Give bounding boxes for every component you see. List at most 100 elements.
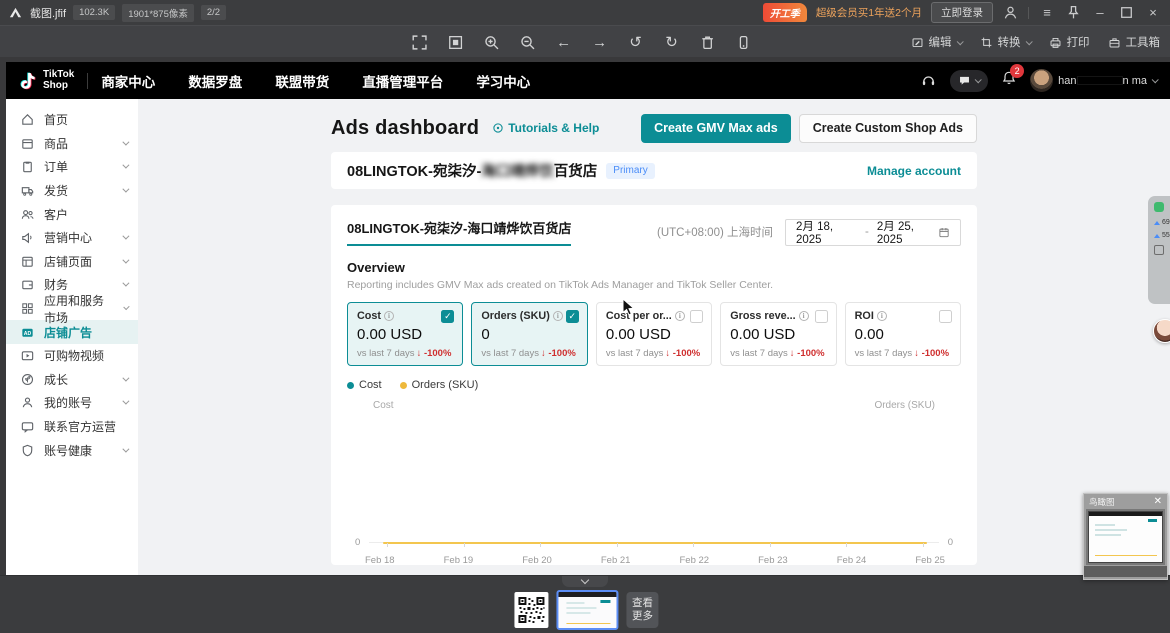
maximize-button[interactable] bbox=[1118, 4, 1135, 21]
create-custom-shop-ads-button[interactable]: Create Custom Shop Ads bbox=[799, 114, 977, 143]
left-axis-tick: 0 bbox=[355, 537, 360, 548]
green-app-icon bbox=[1154, 202, 1164, 212]
fit-to-window-icon[interactable] bbox=[447, 34, 464, 51]
promo-text[interactable]: 超级会员买1年送2个月 bbox=[816, 5, 922, 20]
timezone-label: (UTC+08:00) 上海时间 bbox=[657, 224, 773, 240]
sidebar-label: 应用和服务市场 bbox=[44, 292, 114, 326]
sidebar-item-orders[interactable]: 订单 bbox=[6, 155, 138, 179]
edit-menu[interactable]: 编辑 bbox=[911, 34, 962, 50]
date-range-picker[interactable]: 2月 18, 2025 - 2月 25, 2025 bbox=[785, 219, 961, 246]
shop-sidebar: 首页 商品 订单 发货 客户 营销中心 店铺页面 财务 应用和服务市场 AD店铺… bbox=[6, 99, 138, 575]
messages-pill[interactable] bbox=[950, 70, 988, 92]
zoom-in-icon[interactable] bbox=[483, 34, 500, 51]
floating-side-widget[interactable]: 69 55 bbox=[1148, 196, 1170, 304]
metric-checkbox[interactable] bbox=[815, 310, 828, 323]
view-more-button[interactable]: 查看更多 bbox=[626, 592, 658, 628]
tiktok-shop-logo[interactable]: TikTokShop bbox=[19, 70, 74, 91]
nav-seller-center[interactable]: 商家中心 bbox=[101, 71, 155, 91]
sidebar-item-shoppable-videos[interactable]: 可购物视频 bbox=[6, 344, 138, 368]
pin-icon[interactable] bbox=[1065, 4, 1082, 21]
metric-value: 0.00 USD bbox=[606, 326, 702, 343]
nav-affiliate[interactable]: 联盟带货 bbox=[275, 71, 329, 91]
sidebar-item-customers[interactable]: 客户 bbox=[6, 202, 138, 226]
metric-label: Orders (SKU) bbox=[481, 310, 549, 322]
close-button[interactable]: × bbox=[1144, 5, 1162, 20]
tiktok-note-icon bbox=[19, 70, 38, 91]
sidebar-label: 店铺广告 bbox=[44, 324, 92, 341]
create-gmv-max-ads-button[interactable]: Create GMV Max ads bbox=[641, 114, 791, 143]
promo-badge[interactable]: 开工季 bbox=[763, 3, 807, 22]
qr-code-image bbox=[517, 596, 545, 624]
nav-learning-center[interactable]: 学习中心 bbox=[476, 71, 530, 91]
brand-line2: Shop bbox=[43, 81, 74, 92]
toolbox-button[interactable]: 工具箱 bbox=[1108, 34, 1161, 50]
metric-card-cost-per-order[interactable]: Cost per or...i 0.00 USD vs last 7 days↓… bbox=[596, 302, 712, 366]
right-axis-tick: 0 bbox=[948, 537, 953, 548]
metric-checkbox[interactable]: ✓ bbox=[441, 310, 454, 323]
nav-live-platform[interactable]: 直播管理平台 bbox=[362, 71, 443, 91]
metric-card-roi[interactable]: ROIi 0.00 vs last 7 days↓ -100% bbox=[845, 302, 961, 366]
menu-icon[interactable]: ≡ bbox=[1038, 5, 1056, 20]
user-account-icon[interactable] bbox=[1002, 4, 1019, 21]
report-account-tab[interactable]: 08LINGTOK-宛柒汐-海口靖烨饮百货店 bbox=[347, 218, 571, 246]
metric-checkbox[interactable]: ✓ bbox=[566, 310, 579, 323]
sidebar-item-home[interactable]: 首页 bbox=[6, 108, 138, 132]
thumbnail-current-image[interactable] bbox=[556, 590, 618, 630]
account-name-prefix: 08LINGTOK-宛柒汐- bbox=[347, 164, 481, 180]
rotate-left-icon[interactable]: ↺ bbox=[627, 34, 644, 51]
convert-menu[interactable]: 转换 bbox=[980, 34, 1031, 50]
sidebar-item-shop-ads[interactable]: AD 店铺广告 bbox=[6, 320, 138, 344]
rotate-right-icon[interactable]: ↻ bbox=[663, 34, 680, 51]
filmstrip-collapse-tab[interactable] bbox=[562, 576, 608, 587]
next-image-icon[interactable]: → bbox=[591, 34, 608, 51]
sidebar-label: 成长 bbox=[44, 371, 68, 388]
minimap-window: 鸟瞰图 ✕ bbox=[1083, 493, 1168, 580]
legend-orders[interactable]: Orders (SKU) bbox=[400, 379, 479, 391]
metric-card-cost[interactable]: Costi ✓ 0.00 USD vs last 7 days↓ -100% bbox=[347, 302, 463, 366]
fullscreen-icon[interactable] bbox=[411, 34, 428, 51]
metric-label: Gross reve... bbox=[730, 310, 795, 322]
metric-checkbox[interactable] bbox=[690, 310, 703, 323]
sidebar-item-shop-pages[interactable]: 店铺页面 bbox=[6, 250, 138, 274]
metric-card-orders-sku[interactable]: Orders (SKU)i ✓ 0 vs last 7 days↓ -100% bbox=[471, 302, 587, 366]
notifications-bell[interactable]: 2 bbox=[1001, 70, 1017, 91]
mobile-view-icon[interactable] bbox=[735, 34, 752, 51]
minimize-button[interactable]: – bbox=[1091, 5, 1109, 20]
compare-label: vs last 7 days bbox=[855, 348, 913, 359]
manage-account-link[interactable]: Manage account bbox=[867, 164, 961, 178]
tutorials-help-link[interactable]: Tutorials & Help bbox=[492, 121, 599, 135]
calendar-icon bbox=[938, 226, 950, 239]
legend-cost[interactable]: Cost bbox=[347, 379, 382, 391]
user-menu[interactable]: hann ma bbox=[1030, 69, 1157, 92]
widget-value: 69 bbox=[1162, 219, 1170, 226]
chevron-down-icon bbox=[1025, 38, 1032, 45]
floating-avatar[interactable] bbox=[1153, 319, 1170, 343]
widget-square-icon bbox=[1154, 245, 1164, 255]
toolbox-icon bbox=[1108, 36, 1121, 49]
sidebar-item-apps-market[interactable]: 应用和服务市场 bbox=[6, 297, 138, 321]
edit-icon bbox=[911, 36, 924, 49]
thumbnail-qr-code[interactable] bbox=[514, 592, 548, 628]
sidebar-item-products[interactable]: 商品 bbox=[6, 132, 138, 156]
support-headset-icon[interactable] bbox=[920, 72, 937, 89]
metric-card-gross-revenue[interactable]: Gross reve...i 0.00 USD vs last 7 days↓ … bbox=[720, 302, 836, 366]
nav-data-compass[interactable]: 数据罗盘 bbox=[188, 71, 242, 91]
minimap-thumbnail[interactable] bbox=[1088, 511, 1163, 563]
sidebar-label: 客户 bbox=[44, 206, 68, 223]
zoom-out-icon[interactable] bbox=[519, 34, 536, 51]
sidebar-label: 联系官方运营 bbox=[44, 418, 116, 435]
sidebar-item-contact-support[interactable]: 联系官方运营 bbox=[6, 415, 138, 439]
sidebar-item-marketing[interactable]: 营销中心 bbox=[6, 226, 138, 250]
delete-icon[interactable] bbox=[699, 34, 716, 51]
header-divider bbox=[87, 73, 88, 89]
sidebar-item-shipping[interactable]: 发货 bbox=[6, 179, 138, 203]
print-button[interactable]: 打印 bbox=[1049, 34, 1090, 50]
metric-checkbox[interactable] bbox=[939, 310, 952, 323]
login-button[interactable]: 立即登录 bbox=[931, 2, 993, 23]
sidebar-item-growth[interactable]: 成长 bbox=[6, 368, 138, 392]
previous-image-icon[interactable]: ← bbox=[555, 34, 572, 51]
sidebar-item-account-health[interactable]: 账号健康 bbox=[6, 438, 138, 462]
sidebar-item-my-account[interactable]: 我的账号 bbox=[6, 391, 138, 415]
svg-text:AD: AD bbox=[24, 331, 32, 337]
minimap-close-icon[interactable]: ✕ bbox=[1154, 497, 1162, 507]
